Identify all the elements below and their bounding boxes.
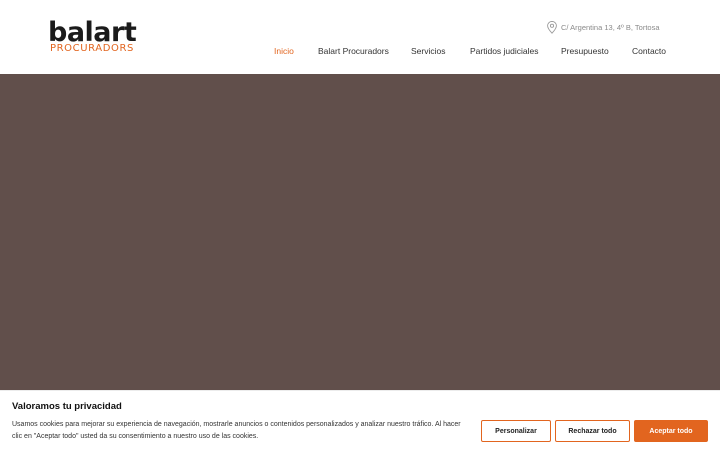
address-text: C/ Argentina 13, 4º B, Tortosa xyxy=(561,22,660,32)
nav-item-presupuesto[interactable]: Presupuesto xyxy=(561,45,609,57)
cookie-banner: Valoramos tu privacidad Usamos cookies p… xyxy=(0,390,720,450)
site-header: balart PROCURADORS C/ Argentina 13, 4º B… xyxy=(0,0,720,74)
cookie-banner-text: Usamos cookies para mejorar su experienc… xyxy=(12,421,461,440)
nav-item-inicio[interactable]: Inicio xyxy=(274,45,294,57)
nav-item-partidos-judiciales[interactable]: Partidos judiciales xyxy=(470,45,539,57)
hero-section xyxy=(0,74,720,390)
nav-item-balart-procuradors[interactable]: Balart Procuradors xyxy=(318,45,389,57)
reject-all-button[interactable]: Rechazar todo xyxy=(555,420,630,442)
nav-item-contacto[interactable]: Contacto xyxy=(632,45,666,57)
cookie-banner-title: Valoramos tu privacidad xyxy=(12,401,122,412)
nav-item-servicios[interactable]: Servicios xyxy=(411,45,445,57)
accept-all-button[interactable]: Aceptar todo xyxy=(634,420,708,442)
customize-button[interactable]: Personalizar xyxy=(481,420,551,442)
main-nav: Inicio Balart Procuradors Servicios Part… xyxy=(0,45,720,57)
header-address: C/ Argentina 13, 4º B, Tortosa xyxy=(546,20,660,34)
location-pin-icon xyxy=(547,20,557,34)
